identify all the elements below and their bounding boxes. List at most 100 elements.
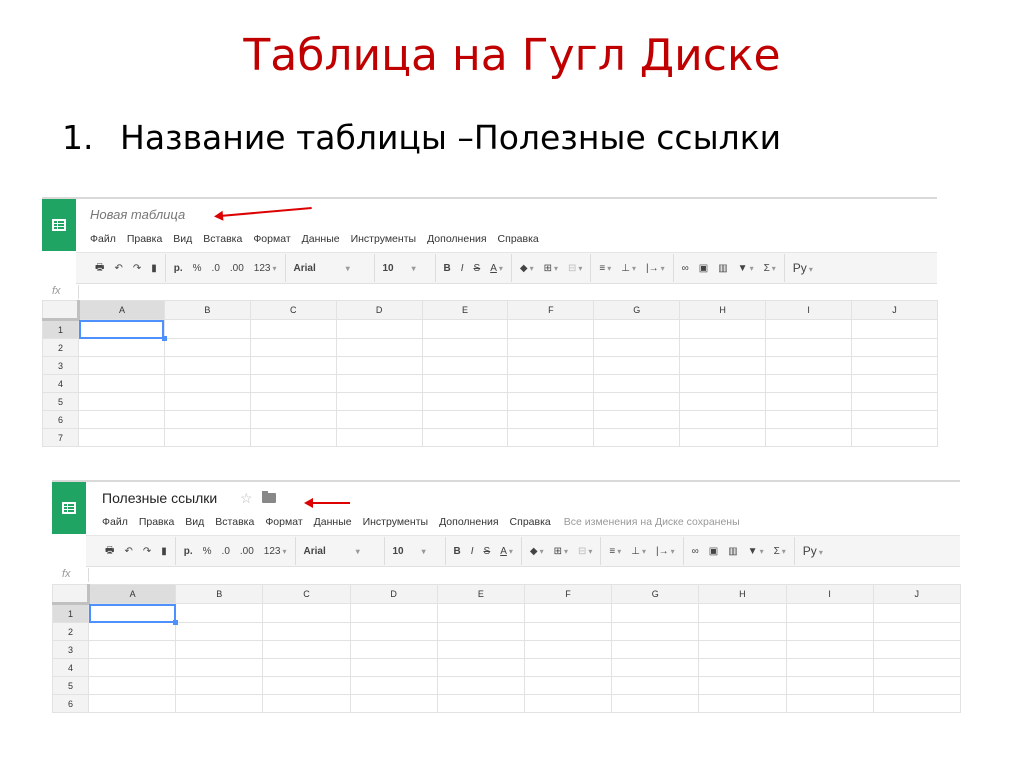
cell[interactable] (436, 658, 525, 677)
cell[interactable] (679, 410, 767, 429)
cell[interactable] (593, 338, 681, 357)
cell[interactable] (785, 694, 874, 713)
text-wrap-icon[interactable]: |→ ▾ (651, 546, 680, 557)
cell[interactable] (249, 356, 337, 375)
number-format-dropdown[interactable]: 123 ▾ (259, 546, 292, 557)
cell[interactable] (851, 374, 938, 393)
increase-decimal-button[interactable]: .00 (235, 546, 259, 557)
cell[interactable] (436, 694, 525, 713)
cell[interactable] (765, 356, 853, 375)
cell[interactable] (175, 694, 264, 713)
cell[interactable] (335, 428, 423, 447)
cell[interactable] (335, 374, 423, 393)
comment-icon[interactable]: ▣ (704, 546, 723, 557)
cell[interactable] (163, 374, 251, 393)
strikethrough-button[interactable]: S (479, 546, 496, 557)
cell[interactable] (163, 428, 251, 447)
cell[interactable] (593, 428, 681, 447)
paint-format-icon[interactable]: ▮ (156, 546, 172, 557)
cell[interactable] (421, 338, 509, 357)
chart-icon[interactable]: ▥ (713, 263, 732, 274)
cell[interactable] (349, 640, 438, 659)
align-icon[interactable]: ≡ ▾ (604, 546, 626, 557)
menu-item[interactable]: Файл (90, 233, 116, 245)
cell[interactable] (163, 356, 251, 375)
cell[interactable] (249, 338, 337, 357)
borders-icon[interactable]: ⊞ ▾ (539, 263, 563, 274)
cell[interactable] (249, 392, 337, 411)
merge-cells-icon[interactable]: ⊟ ▾ (573, 546, 597, 557)
cell[interactable] (698, 640, 787, 659)
cell[interactable] (249, 410, 337, 429)
cell[interactable] (851, 356, 938, 375)
cell[interactable] (262, 694, 351, 713)
select-all-corner[interactable] (42, 300, 80, 321)
sheets-logo-icon[interactable] (42, 199, 76, 251)
cell[interactable] (349, 694, 438, 713)
cell[interactable] (335, 410, 423, 429)
fill-color-icon[interactable]: ◆ ▾ (515, 263, 539, 274)
cell[interactable] (421, 319, 509, 339)
cell[interactable] (87, 622, 177, 641)
cell[interactable] (679, 428, 767, 447)
column-header[interactable]: F (523, 584, 613, 604)
cell[interactable] (349, 603, 438, 623)
menu-item[interactable]: Дополнения (427, 233, 486, 245)
select-all-corner[interactable] (52, 584, 90, 605)
cell[interactable] (175, 622, 264, 641)
cell[interactable] (421, 356, 509, 375)
column-header[interactable]: B (175, 584, 264, 604)
cell[interactable] (163, 338, 251, 357)
cell[interactable] (785, 603, 874, 623)
cell[interactable] (523, 622, 613, 641)
cell[interactable] (872, 694, 961, 713)
cell[interactable] (523, 640, 613, 659)
cell[interactable] (679, 338, 767, 357)
cell[interactable] (249, 319, 337, 339)
currency-button[interactable]: р. (179, 546, 198, 557)
cell[interactable] (679, 319, 767, 339)
currency-button[interactable]: р. (169, 263, 188, 274)
menu-item[interactable]: Справка (510, 516, 551, 528)
cell[interactable] (785, 640, 874, 659)
cell[interactable] (421, 410, 509, 429)
cell[interactable] (523, 694, 613, 713)
italic-button[interactable]: I (466, 546, 479, 557)
cell[interactable] (851, 410, 938, 429)
cell[interactable] (611, 694, 700, 713)
column-header[interactable]: E (436, 584, 525, 604)
cell[interactable] (851, 392, 938, 411)
column-header[interactable]: J (872, 584, 961, 604)
text-wrap-icon[interactable]: |→ ▾ (641, 263, 670, 274)
cell[interactable] (175, 603, 264, 623)
column-header[interactable]: H (679, 300, 767, 320)
row-header[interactable]: 1 (42, 319, 79, 339)
cell[interactable] (785, 622, 874, 641)
functions-icon[interactable]: Σ ▾ (759, 263, 781, 274)
link-icon[interactable]: ∞ (687, 546, 704, 557)
menu-item[interactable]: Данные (314, 516, 352, 528)
active-cell[interactable] (87, 603, 179, 626)
menu-item[interactable]: Вставка (203, 233, 242, 245)
cell[interactable] (611, 622, 700, 641)
cell[interactable] (163, 319, 251, 339)
input-tools-button[interactable]: Ру ▾ (798, 544, 828, 558)
cell[interactable] (872, 640, 961, 659)
cell[interactable] (611, 658, 700, 677)
vertical-align-icon[interactable]: ⊥ ▾ (616, 263, 641, 274)
sheets-logo-icon[interactable] (52, 482, 86, 534)
redo-icon[interactable]: ↷ (128, 263, 146, 274)
cell[interactable] (78, 428, 165, 447)
text-color-button[interactable]: A ▾ (495, 546, 518, 557)
undo-icon[interactable]: ↶ (119, 546, 137, 557)
cell[interactable] (507, 428, 595, 447)
cell[interactable] (87, 658, 177, 677)
cell[interactable] (851, 338, 938, 357)
column-header[interactable]: B (163, 300, 251, 320)
menu-item[interactable]: Дополнения (439, 516, 498, 528)
cell[interactable] (349, 622, 438, 641)
functions-icon[interactable]: Σ ▾ (769, 546, 791, 557)
column-header[interactable]: I (765, 300, 853, 320)
cell[interactable] (335, 338, 423, 357)
column-header[interactable]: D (335, 300, 423, 320)
